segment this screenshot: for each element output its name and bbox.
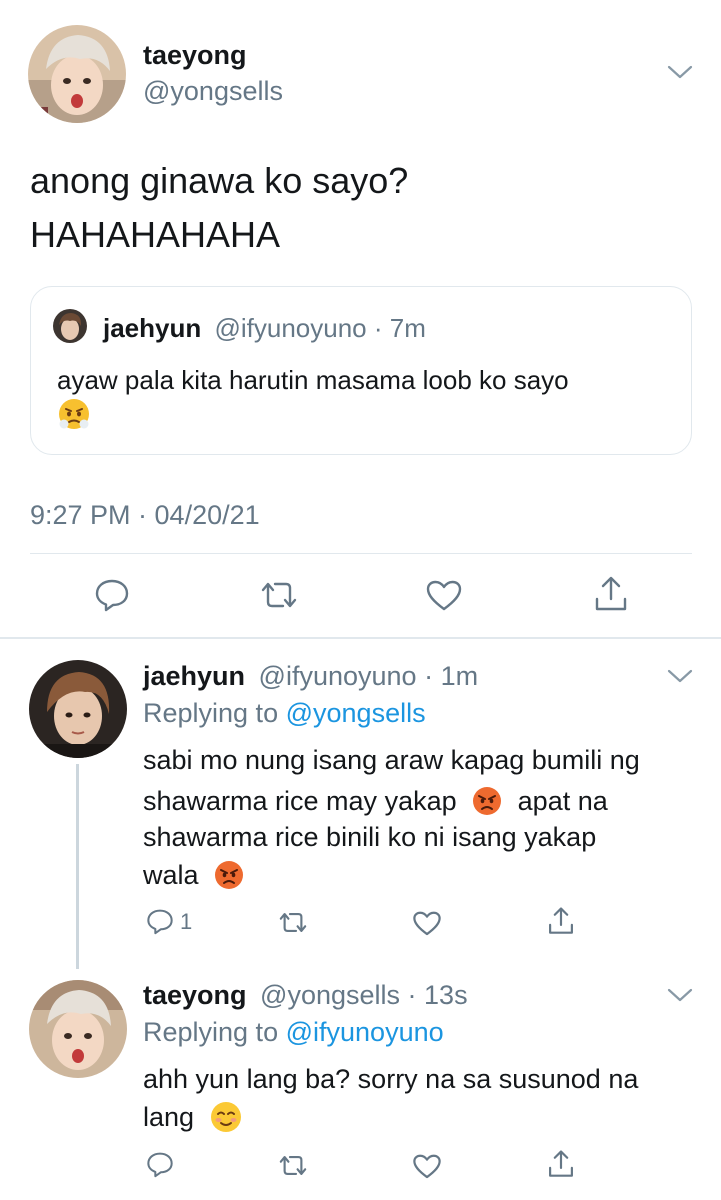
face-with-steam-from-nose-icon [57,397,91,431]
quoted-time: · 7m [373,313,426,343]
chevron-down-icon[interactable] [667,668,693,684]
like-icon[interactable] [425,579,463,611]
replying-to-label: Replying to [143,698,279,728]
angry-face-icon [472,786,502,816]
retweet-icon[interactable] [277,1154,309,1177]
reply-count: 1 [180,908,193,934]
reply-text-segment: lang [143,1102,195,1132]
reply-time: · 1m [424,661,479,691]
reply-text-line: shawarma rice binili ko ni isang yakap [143,822,597,852]
reply-author-avatar[interactable] [29,660,127,758]
reply-time: · 13s [407,980,468,1010]
retweet-icon[interactable] [277,911,309,934]
thread-line [76,764,79,969]
reply-author-handle[interactable]: @ifyunoyuno [259,661,417,691]
chevron-down-icon[interactable] [667,64,693,80]
quoted-author-name: jaehyun [103,313,202,343]
like-icon[interactable] [412,910,442,936]
retweet-icon[interactable] [258,580,300,610]
replying-to-link[interactable]: @yongsells [286,698,426,728]
reply-icon[interactable]: 1 [146,908,192,935]
replying-to-link[interactable]: @ifyunoyuno [286,1017,444,1047]
reply-icon[interactable] [94,578,130,612]
quoted-author-avatar [53,309,87,343]
angry-face-icon [214,860,244,890]
author-name[interactable]: taeyong [143,40,247,71]
quoted-text: ayaw pala kita harutin masama loob ko sa… [57,365,569,395]
quoted-author-handle: @ifyunoyuno [214,313,367,343]
like-icon[interactable] [412,1153,442,1179]
share-icon[interactable] [547,906,575,936]
section-separator [0,637,721,639]
reply-author-name[interactable]: taeyong [143,980,247,1010]
reply-text-line: sabi mo nung isang araw kapag bumili ng [143,745,640,775]
reply-text-segment: wala [143,860,199,890]
reply-author-name[interactable]: jaehyun [143,661,245,691]
share-icon[interactable] [547,1149,575,1179]
quoted-tweet-card[interactable]: jaehyun @ifyunoyuno · 7m ayaw pala kita … [30,286,692,455]
tweet-text-line-2: HAHAHAHAHA [30,214,281,255]
reply-icon[interactable] [146,1151,174,1178]
author-avatar[interactable] [28,25,126,123]
reply-text-line: ahh yun lang ba? sorry na sa susunod na [143,1064,639,1094]
share-icon[interactable] [593,575,629,613]
reply-text-segment: shawarma rice may yakap [143,786,457,816]
author-handle[interactable]: @yongsells [143,76,283,107]
divider [30,553,692,554]
tweet-text-line-1: anong ginawa ko sayo? [30,160,409,201]
reply-text-segment: apat na [517,786,608,816]
tweet-timestamp[interactable]: 9:27 PM · 04/20/21 [30,500,260,531]
reply-author-avatar[interactable] [29,980,127,1078]
chevron-down-icon[interactable] [667,987,693,1003]
replying-to-label: Replying to [143,1017,279,1047]
smiling-face-icon [210,1101,242,1133]
reply-author-handle[interactable]: @yongsells [260,980,400,1010]
